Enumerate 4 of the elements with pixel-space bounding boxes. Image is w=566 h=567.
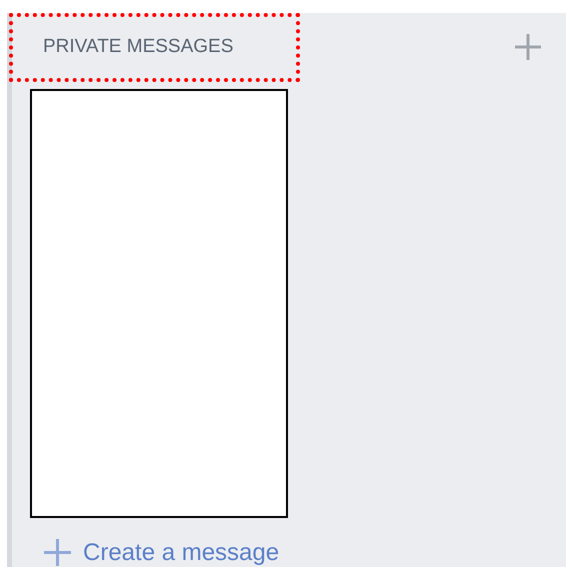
section-heading: PRIVATE MESSAGES: [43, 37, 234, 56]
plus-icon: [43, 538, 72, 567]
create-message-link[interactable]: Create a message: [43, 538, 566, 567]
add-icon[interactable]: [514, 32, 542, 61]
